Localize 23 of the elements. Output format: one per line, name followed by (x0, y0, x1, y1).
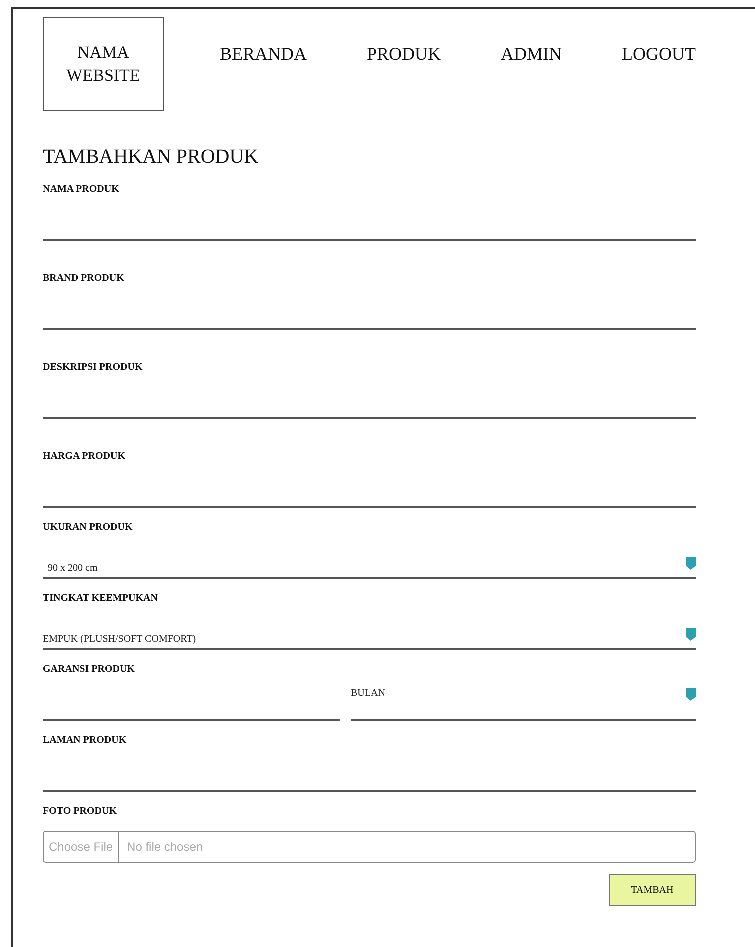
field-label: BRAND PRODUK (43, 272, 124, 286)
select-field[interactable]: BULAN (351, 677, 696, 721)
logo-box: NAMA WEBSITE (43, 17, 164, 111)
field-label: DESKRIPSI PRODUK (43, 361, 143, 375)
dropdown-arrow-icon (686, 557, 696, 570)
field-label: HARGA PRODUK (43, 450, 126, 464)
field-label: LAMAN PRODUK (43, 734, 127, 748)
nav-link[interactable]: ADMIN (501, 43, 562, 65)
submit-button[interactable]: TAMBAH (609, 874, 696, 906)
select-field[interactable]: 90 x 200 cm (43, 535, 696, 579)
field-label: FOTO PRODUK (43, 805, 117, 819)
field-label: GARANSI PRODUK (43, 663, 135, 677)
field-label: UKURAN PRODUK (43, 521, 133, 535)
dropdown-arrow-icon (686, 688, 696, 701)
field-label: TINGKAT KEEMPUKAN (43, 592, 158, 606)
select-field[interactable]: EMPUK (PLUSH/SOFT COMFORT) (43, 606, 696, 650)
nav-link[interactable]: BERANDA (220, 43, 308, 65)
dropdown-arrow-icon (686, 628, 696, 641)
field-label: NAMA PRODUK (43, 183, 120, 197)
page-title: TAMBAHKAN PRODUK (43, 145, 259, 169)
file-status: No file chosen (126, 839, 204, 856)
nav-link[interactable]: PRODUK (367, 43, 442, 65)
nav-link[interactable]: LOGOUT (622, 43, 696, 65)
